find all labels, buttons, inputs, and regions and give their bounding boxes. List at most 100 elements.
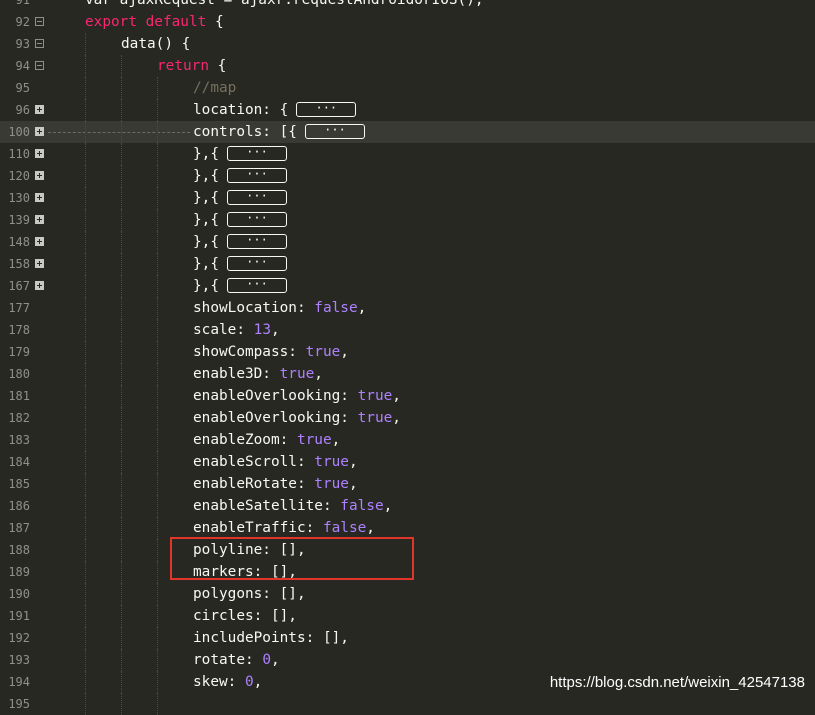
code-line[interactable]: 91 var ajaxRequest = ajaxr.requestAndroid… (0, 0, 815, 11)
code-line[interactable]: 179 showCompass: true, (0, 341, 815, 363)
indent-guide (85, 649, 86, 671)
code-line[interactable]: 139},{··· (0, 209, 815, 231)
folded-code-pill[interactable]: ··· (227, 145, 287, 161)
code-token: { (206, 14, 224, 30)
indent-guide (85, 429, 86, 451)
fold-expand-icon[interactable] (35, 281, 44, 290)
line-number: 193 (8, 653, 30, 667)
indent-guide (85, 319, 86, 341)
fold-collapse-icon[interactable] (35, 61, 44, 70)
folded-code-pill[interactable]: ··· (227, 211, 287, 227)
indent-guide (157, 693, 158, 715)
folded-code-pill[interactable]: ··· (304, 123, 365, 139)
code-token: true (357, 388, 393, 404)
line-number: 182 (8, 411, 30, 425)
code-text: },{··· (193, 187, 287, 209)
code-line[interactable]: 167},{··· (0, 275, 815, 297)
indent-guide (157, 473, 158, 495)
indent-guide (121, 693, 122, 715)
fold-expand-icon[interactable] (35, 171, 44, 180)
code-text: },{··· (193, 209, 287, 231)
fold-expand-icon[interactable] (35, 237, 44, 246)
indent-guide (85, 143, 86, 165)
code-line[interactable]: 193 rotate: 0, (0, 649, 815, 671)
code-line[interactable]: 110},{··· (0, 143, 815, 165)
code-line[interactable]: 100 controls: [{··· (0, 121, 815, 143)
code-line[interactable]: 181 enableOverlooking: true, (0, 385, 815, 407)
code-line[interactable]: 148},{··· (0, 231, 815, 253)
code-token: , (253, 674, 263, 690)
fold-expand-icon[interactable] (35, 193, 44, 202)
code-line[interactable]: 186 enableSatellite: false, (0, 495, 815, 517)
code-token: enableZoom: (193, 432, 297, 448)
fold-collapse-icon[interactable] (35, 39, 44, 48)
indent-guide (157, 165, 158, 187)
indent-guide (157, 341, 158, 363)
code-token: true (314, 476, 349, 492)
indent-guide (121, 143, 122, 165)
line-number: 183 (8, 433, 30, 447)
indent-guide (157, 231, 158, 253)
code-line[interactable]: 95 //map (0, 77, 815, 99)
indent-guide (157, 187, 158, 209)
indent-guide (85, 363, 86, 385)
folded-code-pill[interactable]: ··· (227, 277, 287, 293)
code-token: enableSatellite: (193, 498, 341, 514)
folded-code-pill[interactable]: ··· (227, 255, 287, 271)
code-line[interactable]: 180 enable3D: true, (0, 363, 815, 385)
code-line[interactable]: 183 enableZoom: true, (0, 429, 815, 451)
code-line[interactable]: 184 enableScroll: true, (0, 451, 815, 473)
indent-guide (121, 363, 122, 385)
code-editor[interactable]: 91 var ajaxRequest = ajaxr.requestAndroid… (0, 0, 815, 715)
indent-guide (85, 627, 86, 649)
code-line[interactable]: 187 enableTraffic: false, (0, 517, 815, 539)
code-token: , (340, 344, 349, 360)
code-token: false (314, 300, 358, 316)
fold-collapse-icon[interactable] (35, 17, 44, 26)
folded-code-pill[interactable]: ··· (227, 167, 287, 183)
folded-code-pill[interactable]: ··· (227, 189, 287, 205)
fold-expand-icon[interactable] (35, 105, 44, 114)
indent-guide (85, 693, 86, 715)
code-token: false (322, 520, 367, 536)
fold-expand-icon[interactable] (35, 215, 44, 224)
fold-expand-icon[interactable] (35, 127, 44, 136)
code-line[interactable]: 190 polygons: [], (0, 583, 815, 605)
code-line[interactable]: 93 data() { (0, 33, 815, 55)
folded-code-pill[interactable]: ··· (227, 233, 287, 249)
code-line[interactable]: 94 return { (0, 55, 815, 77)
line-number: 177 (8, 301, 30, 315)
code-text: enableOverlooking: true, (193, 385, 401, 407)
indent-guide (157, 495, 158, 517)
folded-code-pill[interactable]: ··· (296, 101, 357, 117)
indent-guide (121, 561, 122, 583)
fold-expand-icon[interactable] (35, 149, 44, 158)
code-token: var ajaxRequest = ajaxr.requestAndroidor… (85, 0, 484, 8)
indent-guide (121, 165, 122, 187)
code-line[interactable]: 158},{··· (0, 253, 815, 275)
code-token: },{ (193, 234, 219, 250)
code-line[interactable]: 192 includePoints: [], (0, 627, 815, 649)
code-line[interactable]: 185 enableRotate: true, (0, 473, 815, 495)
fold-expand-icon[interactable] (35, 259, 44, 268)
indent-guide (121, 429, 122, 451)
code-line[interactable]: 92 export default { (0, 11, 815, 33)
line-number: 195 (8, 697, 30, 711)
code-line[interactable]: 120},{··· (0, 165, 815, 187)
line-number: 130 (8, 191, 30, 205)
code-line[interactable]: 191 circles: [], (0, 605, 815, 627)
code-token: enableOverlooking: (193, 410, 358, 426)
code-line[interactable]: 177 showLocation: false, (0, 297, 815, 319)
line-number: 158 (8, 257, 30, 271)
code-line[interactable]: 178 scale: 13, (0, 319, 815, 341)
code-line[interactable]: 195 (0, 693, 815, 715)
code-line[interactable]: 130 },{··· (0, 187, 815, 209)
code-line[interactable]: 96 location: {··· (0, 99, 815, 121)
code-text: skew: 0, (193, 671, 262, 693)
code-text: //map (193, 77, 236, 99)
code-token: 0 (244, 674, 254, 690)
code-token: , (348, 454, 358, 470)
indent-guide (157, 429, 158, 451)
code-token: export default (85, 14, 207, 30)
code-line[interactable]: 182 enableOverlooking: true, (0, 407, 815, 429)
